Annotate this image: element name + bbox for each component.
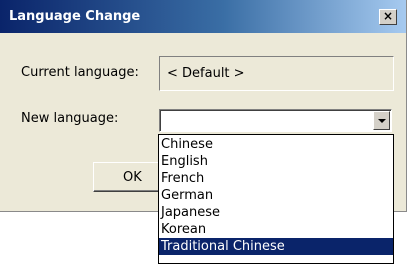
language-dropdown-list[interactable]: Chinese English French German Japanese K… [158,134,394,264]
dropdown-button[interactable] [373,111,390,130]
current-language-value: < Default > [167,66,245,81]
new-language-label: New language: [21,111,119,126]
ok-button-label: OK [123,170,142,185]
close-button[interactable]: × [379,9,397,25]
title-bar[interactable]: Language Change × [0,0,406,33]
chevron-down-icon [378,119,386,123]
current-language-label: Current language: [21,65,139,80]
language-option-traditional-chinese[interactable]: Traditional Chinese [159,238,393,255]
current-language-field: < Default > [159,56,394,91]
close-icon: × [382,9,394,23]
new-language-combobox[interactable] [159,109,392,132]
language-option-french[interactable]: French [159,170,393,187]
language-option-korean[interactable]: Korean [159,221,393,238]
language-option-chinese[interactable]: Chinese [159,136,393,153]
window-title: Language Change [9,9,141,24]
language-option-german[interactable]: German [159,187,393,204]
language-option-japanese[interactable]: Japanese [159,204,393,221]
language-option-english[interactable]: English [159,153,393,170]
